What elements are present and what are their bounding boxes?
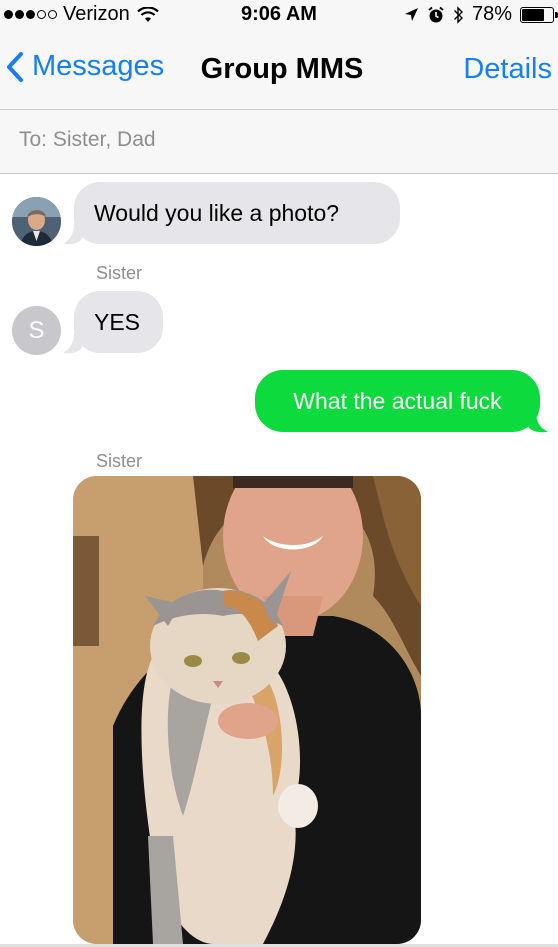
message-text: What the actual fuck [293, 388, 502, 414]
message-text: YES [94, 309, 141, 335]
recipients-bar[interactable]: To: Sister, Dad [0, 110, 558, 174]
bluetooth-icon [453, 5, 463, 24]
status-bar: Verizon 9:06 AM 78% [0, 0, 558, 30]
back-button[interactable]: Messages [6, 50, 164, 83]
message-bubble-outgoing[interactable]: What the actual fuck [255, 370, 540, 432]
back-button-label: Messages [32, 50, 165, 82]
battery-percent: 78% [471, 3, 512, 25]
details-button[interactable]: Details [463, 53, 552, 86]
bubble-tail [63, 333, 82, 354]
status-right: 78% [404, 3, 558, 26]
chevron-left-icon [7, 51, 23, 82]
bubble-tail [63, 224, 82, 245]
bubble-tail-outgoing [528, 412, 548, 433]
avatar-sister[interactable]: S [12, 306, 61, 355]
battery-icon [520, 6, 558, 23]
avatar-initial: S [28, 317, 45, 344]
sender-name: Sister [96, 451, 143, 471]
avatar-dad[interactable] [12, 197, 61, 246]
sender-name: Sister [96, 263, 143, 283]
message-bubble-incoming[interactable]: YES [74, 291, 163, 353]
photo-attachment[interactable] [73, 476, 421, 944]
location-icon [404, 8, 418, 21]
photo-woman-holding-cat [73, 476, 421, 944]
message-bubble-incoming[interactable]: Would you like a photo? [74, 182, 400, 244]
recipients-label: To: Sister, Dad [19, 128, 156, 151]
navigation-bar: Messages Group MMS Details [0, 30, 558, 110]
message-text: Would you like a photo? [94, 200, 340, 226]
alarm-icon [428, 6, 444, 22]
